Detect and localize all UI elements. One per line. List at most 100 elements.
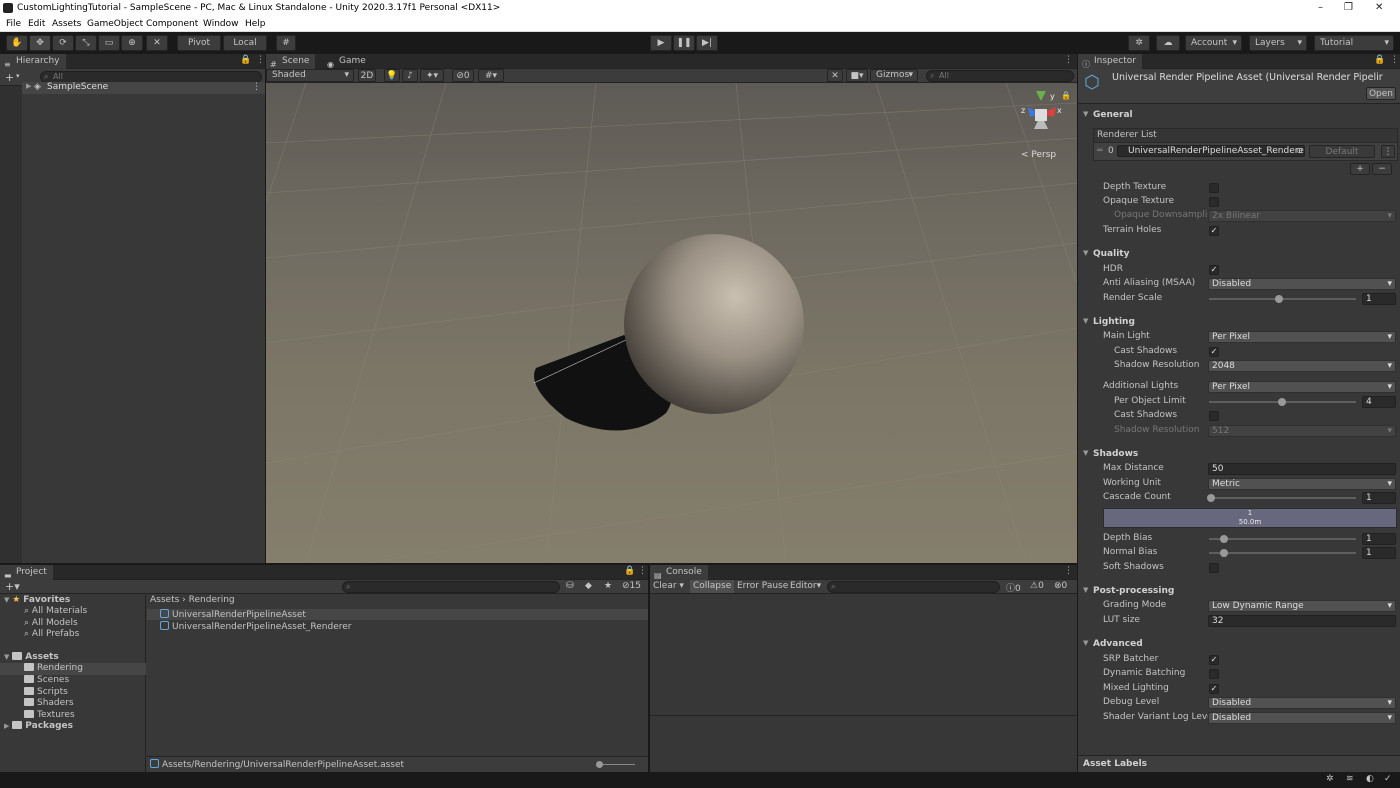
object-picker-icon[interactable]: ⊙ bbox=[1296, 146, 1303, 155]
add-cast-shadows-checkbox[interactable] bbox=[1209, 411, 1219, 421]
lighting-build-icon[interactable]: ◐ bbox=[1366, 774, 1374, 784]
account-dropdown[interactable]: Account bbox=[1185, 35, 1242, 51]
scene-search-input[interactable]: All bbox=[926, 70, 1074, 82]
max-distance-field[interactable]: 50 bbox=[1208, 463, 1396, 475]
filter-type-icon[interactable]: ⛁ bbox=[566, 581, 574, 591]
lut-size-field[interactable]: 32 bbox=[1208, 615, 1396, 627]
close-button[interactable]: ✕ bbox=[1375, 2, 1383, 13]
shadow-resolution-dropdown[interactable]: 2048 bbox=[1208, 360, 1396, 372]
packages-row[interactable]: ▶ Packages bbox=[4, 721, 73, 731]
step-button[interactable]: ▶| bbox=[696, 35, 718, 51]
opaque-texture-checkbox[interactable] bbox=[1209, 197, 1219, 207]
scenes-row[interactable]: Scenes bbox=[24, 675, 69, 685]
menu-gameobject[interactable]: GameObject bbox=[87, 19, 143, 29]
cascade-split-bar[interactable]: 1 50.0m bbox=[1103, 508, 1397, 528]
file-row[interactable]: UniversalRenderPipelineAsset_Renderer bbox=[160, 621, 352, 632]
depth-bias-slider[interactable] bbox=[1209, 535, 1356, 543]
foldout-icon[interactable]: ▼ bbox=[1083, 249, 1088, 257]
layout-dropdown[interactable]: Tutorial bbox=[1314, 35, 1394, 51]
collab-icon[interactable]: ✲ bbox=[1128, 35, 1150, 51]
section-advanced[interactable]: ▼ Advanced bbox=[1078, 638, 1400, 652]
slider-knob[interactable] bbox=[1275, 295, 1283, 303]
favorites-row[interactable]: ▼ ★ Favorites bbox=[4, 595, 70, 605]
tab-inspector[interactable]: ⓘ Inspector bbox=[1078, 54, 1142, 69]
slider-knob[interactable] bbox=[1220, 535, 1228, 543]
filter-label-icon[interactable]: ◆ bbox=[585, 581, 592, 591]
rendering-row[interactable]: Rendering bbox=[0, 663, 146, 675]
renderer-object-field[interactable]: UniversalRenderPipelineAsset_Rendere bbox=[1117, 145, 1305, 157]
main-light-dropdown[interactable]: Per Pixel bbox=[1208, 331, 1396, 343]
scale-tool-icon[interactable]: ⤡ bbox=[75, 35, 97, 51]
pivot-button[interactable]: Pivot bbox=[177, 35, 221, 51]
menu-window[interactable]: Window bbox=[203, 19, 239, 29]
menu-file[interactable]: File bbox=[6, 19, 21, 29]
rotate-tool-icon[interactable]: ⟳ bbox=[52, 35, 74, 51]
error-toggle[interactable]: ⊗0 bbox=[1054, 581, 1067, 591]
inspector-kebab-icon[interactable]: ⋮ bbox=[1390, 55, 1399, 65]
local-button[interactable]: Local bbox=[223, 35, 267, 51]
foldout-icon[interactable]: ▼ bbox=[1083, 586, 1088, 594]
project-search-input[interactable] bbox=[342, 581, 560, 593]
pause-button[interactable]: ❚❚ bbox=[673, 35, 695, 51]
info-toggle[interactable]: ⓘ0 bbox=[1006, 581, 1021, 594]
kebab-menu-icon[interactable]: ⋮ bbox=[256, 55, 265, 65]
gizmo-lock-icon[interactable]: 🔒 bbox=[1061, 91, 1071, 100]
foldout-icon[interactable]: ▼ bbox=[1083, 317, 1088, 325]
all-prefabs-row[interactable]: ⌕ All Prefabs bbox=[24, 629, 79, 639]
breadcrumb-rendering[interactable]: Rendering bbox=[189, 595, 235, 605]
hidden-objects-toggle[interactable]: ⊘ 0 bbox=[452, 69, 474, 82]
cast-shadows-checkbox[interactable]: ✓ bbox=[1209, 347, 1219, 357]
bug-icon[interactable]: ✲ bbox=[1326, 774, 1334, 784]
menu-help[interactable]: Help bbox=[245, 19, 266, 29]
lighting-toggle-icon[interactable]: 💡 bbox=[384, 69, 400, 82]
depth-bias-value[interactable]: 1 bbox=[1362, 533, 1396, 545]
toggle-2d-button[interactable]: 2D bbox=[358, 69, 376, 82]
slider-knob[interactable] bbox=[596, 761, 603, 768]
console-divider[interactable] bbox=[650, 715, 1077, 716]
cache-icon[interactable]: ≋ bbox=[1346, 774, 1354, 784]
minimize-button[interactable]: – bbox=[1318, 2, 1323, 13]
maximize-button[interactable]: ❐ bbox=[1344, 2, 1353, 13]
snap-grid-icon[interactable]: # bbox=[276, 35, 296, 51]
normal-bias-value[interactable]: 1 bbox=[1362, 547, 1396, 559]
additional-lights-dropdown[interactable]: Per Pixel bbox=[1208, 381, 1396, 393]
add-shadow-resolution-dropdown[interactable]: 512 bbox=[1208, 425, 1396, 437]
chevron-down-icon[interactable]: ▾ bbox=[16, 72, 20, 80]
slider-knob[interactable] bbox=[1220, 549, 1228, 557]
hdr-checkbox[interactable]: ✓ bbox=[1209, 265, 1219, 275]
default-button[interactable]: Default bbox=[1309, 145, 1375, 158]
audio-toggle-icon[interactable]: ♪ bbox=[402, 69, 418, 82]
move-tool-icon[interactable]: ✥ bbox=[29, 35, 51, 51]
renderer-kebab-icon[interactable]: ⋮ bbox=[1381, 145, 1395, 158]
auto-generate-icon[interactable]: ✓ bbox=[1384, 774, 1392, 784]
persp-label[interactable]: < Persp bbox=[1021, 150, 1056, 160]
all-materials-row[interactable]: ⌕ All Materials bbox=[24, 606, 87, 616]
add-renderer-button[interactable]: + bbox=[1350, 163, 1370, 175]
depth-texture-checkbox[interactable] bbox=[1209, 183, 1219, 193]
foldout-icon[interactable]: ▼ bbox=[1083, 110, 1088, 118]
textures-row[interactable]: Textures bbox=[24, 710, 75, 720]
srp-batcher-checkbox[interactable]: ✓ bbox=[1209, 655, 1219, 665]
assets-row[interactable]: ▼ Assets bbox=[4, 652, 59, 662]
render-scale-slider[interactable] bbox=[1209, 295, 1356, 303]
effects-toggle-icon[interactable]: ✦▾ bbox=[420, 69, 444, 82]
open-button[interactable]: Open bbox=[1366, 87, 1396, 100]
debug-level-dropdown[interactable]: Disabled bbox=[1208, 697, 1396, 709]
tools-icon[interactable]: ✕ bbox=[827, 69, 843, 82]
menu-component[interactable]: Component bbox=[146, 19, 198, 29]
mixed-lighting-checkbox[interactable]: ✓ bbox=[1209, 684, 1219, 694]
console-log-area[interactable] bbox=[650, 595, 1077, 715]
tab-hierarchy[interactable]: ≡ Hierarchy bbox=[0, 54, 66, 69]
collapse-button[interactable]: Collapse bbox=[690, 580, 735, 593]
tab-game[interactable]: ◉ Game bbox=[323, 54, 372, 69]
terrain-holes-checkbox[interactable]: ✓ bbox=[1209, 226, 1219, 236]
rect-tool-icon[interactable]: ▭ bbox=[98, 35, 120, 51]
soft-shadows-checkbox[interactable] bbox=[1209, 563, 1219, 573]
grid-toggle-icon[interactable]: #▾ bbox=[478, 69, 504, 82]
hidden-packages-toggle[interactable]: ⊘15 bbox=[622, 581, 641, 591]
section-quality[interactable]: ▼ Quality bbox=[1078, 248, 1400, 262]
slider-knob[interactable] bbox=[1207, 494, 1215, 502]
layers-dropdown[interactable]: Layers bbox=[1249, 35, 1307, 51]
scene-kebab-icon[interactable]: ⋮ bbox=[252, 82, 261, 92]
drag-handle-icon[interactable]: ═ bbox=[1097, 146, 1102, 156]
